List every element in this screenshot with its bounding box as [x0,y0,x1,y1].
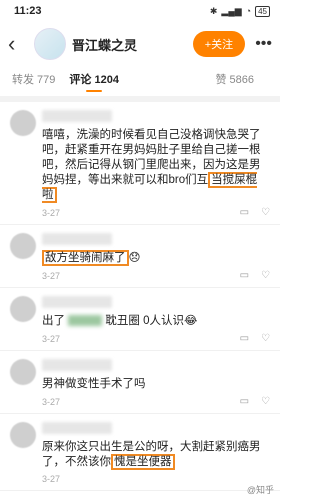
comment-text: 出了 耽丑圈 0人认识😂 [42,314,270,329]
comment-actions: ▭ ♡ [240,270,270,281]
reply-icon[interactable]: ▭ [240,207,249,218]
like-icon[interactable]: ♡ [261,333,270,344]
like-icon[interactable]: ♡ [261,270,270,281]
list-item[interactable]: 嘻嘻，洗澡的时候看见自己没格调快急哭了吧，赶紧重开在男妈妈肚子里给自己搓一根吧，… [0,102,280,225]
comment-actions: ▭ ♡ [240,333,270,344]
blurred-content [68,315,103,327]
list-item[interactable]: 原来你这只出生是公的呀，大割赶紧别癌男了，不然该你 愧是坐便器 3-27 [0,414,280,491]
comment-text: 原来你这只出生是公的呀，大割赶紧别癌男了，不然该你 愧是坐便器 [42,440,270,470]
comment-meta: 3-27 [42,474,270,484]
watermark: @知乎 [246,483,274,496]
comment-body: 敌方坐骑闹麻了 😞 3-27 ▭ ♡ [42,233,270,281]
comment-body: 出了 耽丑圈 0人认识😂 3-27 ▭ ♡ [42,296,270,344]
comment-meta: 3-27 ▭ ♡ [42,396,270,407]
status-time: 11:23 [14,5,42,17]
comment-text-main: 出了 [42,315,65,327]
emoji: 😂 [184,315,198,327]
username-blurred [42,233,112,245]
comment-body: 男神做变性手术了吗 3-27 ▭ ♡ [42,359,270,407]
username-blurred [42,296,112,308]
username-blurred [42,359,112,371]
top-bar: ‹ 晋江蝶之灵 +关注 ••• [0,22,280,66]
highlight-box: 敌方坐骑闹麻了 [42,250,129,266]
username-blurred [42,110,112,122]
comment-actions: ▭ ♡ [240,207,270,218]
list-item[interactable]: 敌方坐骑闹麻了 😞 3-27 ▭ ♡ [0,225,280,288]
comment-time: 3-27 [42,396,61,407]
comment-time: 3-27 [42,270,61,281]
avatar[interactable] [10,359,36,385]
follow-button[interactable]: +关注 [192,31,246,57]
comment-body: 嘻嘻，洗澡的时候看见自己没格调快急哭了吧，赶紧重开在男妈妈肚子里给自己搓一根吧，… [42,110,270,218]
comment-meta: 3-27 ▭ ♡ [42,207,270,218]
list-item[interactable]: 男神做变性手术了吗 3-27 ▭ ♡ [0,351,280,414]
status-icons: ✱ ▂▄▆ ◔ 45 [209,5,270,17]
avatar[interactable] [10,422,36,448]
wifi-icon: ◔ [245,6,252,16]
tab-likes[interactable]: 赞 5866 [215,71,254,87]
like-icon[interactable]: ♡ [261,207,270,218]
comment-time: 3-27 [42,207,61,218]
more-icon[interactable]: ••• [255,35,272,53]
avatar[interactable] [34,28,66,60]
comment-text-middle: 耽丑圈 0人认识 [105,315,184,327]
comment-body: 原来你这只出生是公的呀，大割赶紧别癌男了，不然该你 愧是坐便器 3-27 [42,422,270,484]
avatar[interactable] [10,233,36,259]
reply-icon[interactable]: ▭ [240,333,249,344]
tab-comments[interactable]: 评论 1204 [69,71,119,92]
username-blurred [42,422,112,434]
comment-time: 3-27 [42,474,61,484]
page-title: 晋江蝶之灵 [72,37,138,53]
comment-text: 敌方坐骑闹麻了 😞 [42,250,270,266]
list-item[interactable]: 出了 耽丑圈 0人认识😂 3-27 ▭ ♡ [0,288,280,351]
signal-icon: ▂▄▆ [221,5,242,16]
tab-bar: 转发 779 评论 1204 赞 5866 [0,66,280,92]
emoji: 😞 [128,252,141,264]
avatar[interactable] [10,110,36,136]
reply-icon[interactable]: ▭ [240,270,249,281]
battery-icon: 45 [255,5,270,17]
comment-meta: 3-27 ▭ ♡ [42,270,270,281]
comment-meta: 3-27 ▭ ♡ [42,333,270,344]
like-icon[interactable]: ♡ [261,396,270,407]
reply-icon[interactable]: ▭ [240,396,249,407]
highlight-box: 愧是坐便器 [111,454,175,470]
comment-text: 嘻嘻，洗澡的时候看见自己没格调快急哭了吧，赶紧重开在男妈妈肚子里给自己搓一根吧，… [42,128,270,203]
back-icon[interactable]: ‹ [8,33,26,55]
status-bar: 11:23 ✱ ▂▄▆ ◔ 45 [0,0,280,22]
bluetooth-icon: ✱ [209,5,218,16]
comment-text: 男神做变性手术了吗 [42,378,146,390]
comment-time: 3-27 [42,333,61,344]
avatar[interactable] [10,296,36,322]
tab-reposts[interactable]: 转发 779 [12,71,55,87]
comment-actions: ▭ ♡ [240,396,270,407]
